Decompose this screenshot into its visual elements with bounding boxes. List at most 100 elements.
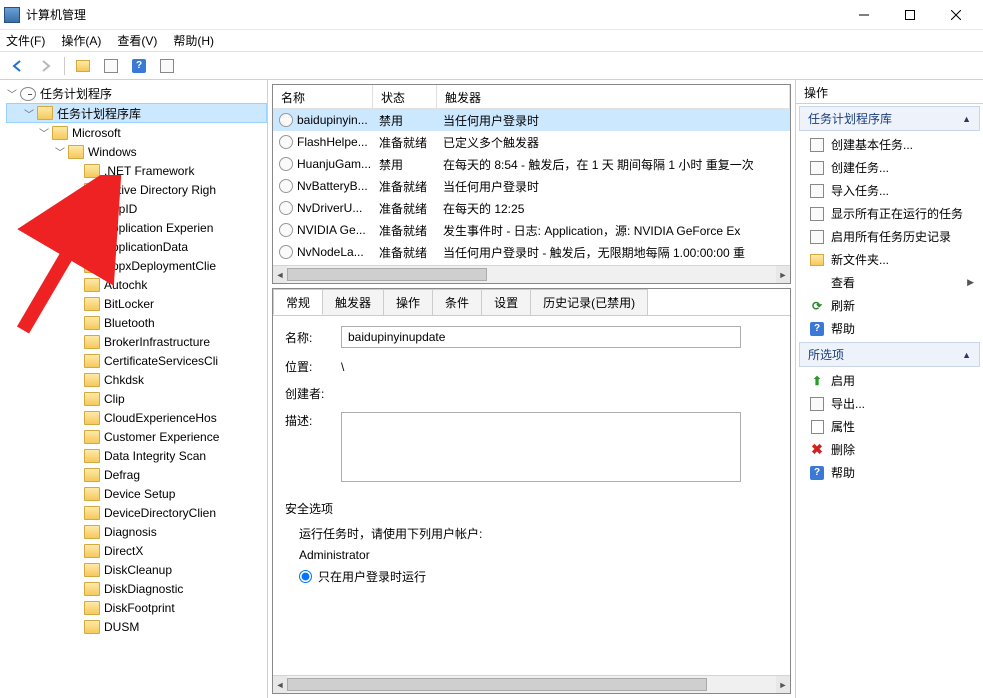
- tree-node[interactable]: ›.NET Framework: [6, 161, 267, 180]
- action-icon: ?: [809, 321, 825, 337]
- tree-node[interactable]: ›Defrag: [6, 465, 267, 484]
- col-state[interactable]: 状态: [373, 85, 437, 108]
- tree-node[interactable]: ›DUSM: [6, 617, 267, 636]
- action-item[interactable]: ✖删除: [799, 438, 980, 461]
- tree-node-scheduler[interactable]: ﹀任务计划程序: [6, 84, 267, 103]
- action-item[interactable]: ?帮助: [799, 461, 980, 484]
- col-trigger[interactable]: 触发器: [437, 85, 790, 108]
- action-item[interactable]: 属性: [799, 415, 980, 438]
- tree-node[interactable]: ›CloudExperienceHos: [6, 408, 267, 427]
- scroll-left[interactable]: ◄: [273, 676, 287, 693]
- task-row[interactable]: NvNodeLa...准备就绪当任何用户登录时 - 触发后，无限期地每隔 1.0…: [273, 241, 790, 263]
- scroll-right[interactable]: ►: [776, 266, 790, 283]
- tree-node[interactable]: ›AppID: [6, 199, 267, 218]
- tree-node[interactable]: ›ApplicationData: [6, 237, 267, 256]
- toolbar-btn-3[interactable]: ?: [127, 55, 151, 77]
- task-list[interactable]: 名称 状态 触发器 baidupinyin...禁用当任何用户登录时FlashH…: [272, 84, 791, 284]
- menu-action[interactable]: 操作(A): [61, 32, 101, 49]
- clock-icon: [279, 113, 293, 127]
- tree-node[interactable]: ›Diagnosis: [6, 522, 267, 541]
- action-item[interactable]: 创建任务...: [799, 156, 980, 179]
- tree-node[interactable]: ›BitLocker: [6, 294, 267, 313]
- tab-conditions[interactable]: 条件: [432, 289, 482, 315]
- tree-node[interactable]: ›Clip: [6, 389, 267, 408]
- tree-node[interactable]: ›Bluetooth: [6, 313, 267, 332]
- tab-triggers[interactable]: 触发器: [322, 289, 384, 315]
- tree-node[interactable]: ›Active Directory Righ: [6, 180, 267, 199]
- window-title: 计算机管理: [26, 6, 841, 23]
- field-name[interactable]: [341, 326, 741, 348]
- label-desc: 描述:: [285, 412, 341, 429]
- action-item[interactable]: ⟳刷新: [799, 294, 980, 317]
- tree-node[interactable]: ›Customer Experience: [6, 427, 267, 446]
- tree-node-library[interactable]: ﹀任务计划程序库: [6, 103, 267, 123]
- scroll-right[interactable]: ►: [776, 676, 790, 693]
- task-row[interactable]: NvBatteryB...准备就绪当任何用户登录时: [273, 175, 790, 197]
- tree-node[interactable]: ›Application Experien: [6, 218, 267, 237]
- toolbar-btn-1[interactable]: [71, 55, 95, 77]
- value-location: \: [341, 360, 344, 374]
- tab-general[interactable]: 常规: [273, 289, 323, 315]
- action-item[interactable]: 查看▶: [799, 271, 980, 294]
- task-row[interactable]: HuanjuGam...禁用在每天的 8:54 - 触发后，在 1 天 期间每隔…: [273, 153, 790, 175]
- detail-h-scrollbar[interactable]: ◄ ►: [273, 675, 790, 693]
- action-icon: [809, 229, 825, 245]
- action-item[interactable]: 显示所有正在运行的任务: [799, 202, 980, 225]
- h-scrollbar[interactable]: ◄ ►: [273, 265, 790, 283]
- field-desc[interactable]: [341, 412, 741, 482]
- actions-group2-header[interactable]: 所选项▲: [799, 342, 980, 367]
- action-item[interactable]: 创建基本任务...: [799, 133, 980, 156]
- label-name: 名称:: [285, 329, 341, 346]
- tab-actions[interactable]: 操作: [383, 289, 433, 315]
- close-button[interactable]: [933, 0, 979, 30]
- tab-settings[interactable]: 设置: [481, 289, 531, 315]
- tree-node-windows[interactable]: ﹀Windows: [6, 142, 267, 161]
- tree-node[interactable]: ›Chkdsk: [6, 370, 267, 389]
- actions-group1-header[interactable]: 任务计划程序库▲: [799, 106, 980, 131]
- scroll-thumb[interactable]: [287, 268, 487, 281]
- action-item[interactable]: ?帮助: [799, 317, 980, 340]
- tree-node[interactable]: ›CertificateServicesCli: [6, 351, 267, 370]
- tab-strip: 常规 触发器 操作 条件 设置 历史记录(已禁用): [273, 289, 790, 315]
- task-row[interactable]: FlashHelpe...准备就绪已定义多个触发器: [273, 131, 790, 153]
- tree-node[interactable]: ›DiskCleanup: [6, 560, 267, 579]
- tab-history[interactable]: 历史记录(已禁用): [530, 289, 648, 315]
- maximize-button[interactable]: [887, 0, 933, 30]
- radio-logged-on-input[interactable]: [299, 570, 312, 583]
- tree-node[interactable]: ›DeviceDirectoryClien: [6, 503, 267, 522]
- action-item[interactable]: ⬆启用: [799, 369, 980, 392]
- tree-node[interactable]: ›DirectX: [6, 541, 267, 560]
- tree-node[interactable]: ›DiskFootprint: [6, 598, 267, 617]
- menu-view[interactable]: 查看(V): [117, 32, 157, 49]
- toolbar: ?: [0, 52, 983, 80]
- tree-node-microsoft[interactable]: ﹀Microsoft: [6, 123, 267, 142]
- radio-logged-on[interactable]: 只在用户登录时运行: [299, 568, 778, 585]
- menu-file[interactable]: 文件(F): [6, 32, 45, 49]
- forward-button[interactable]: [34, 55, 58, 77]
- minimize-button[interactable]: [841, 0, 887, 30]
- tree-node[interactable]: ›AppxDeploymentClie: [6, 256, 267, 275]
- nav-tree[interactable]: ﹀任务计划程序 ﹀任务计划程序库 ﹀Microsoft ﹀Windows ›.N…: [0, 84, 267, 636]
- action-item[interactable]: 启用所有任务历史记录: [799, 225, 980, 248]
- action-item[interactable]: 导出...: [799, 392, 980, 415]
- task-row[interactable]: NVIDIA Ge...准备就绪发生事件时 - 日志: Application，…: [273, 219, 790, 241]
- action-item[interactable]: 新文件夹...: [799, 248, 980, 271]
- toolbar-btn-2[interactable]: [99, 55, 123, 77]
- tree-node[interactable]: ›Data Integrity Scan: [6, 446, 267, 465]
- scroll-thumb[interactable]: [287, 678, 707, 691]
- scroll-left[interactable]: ◄: [273, 266, 287, 283]
- menu-bar: 文件(F) 操作(A) 查看(V) 帮助(H): [0, 30, 983, 52]
- collapse-icon: ▲: [962, 114, 971, 124]
- action-item[interactable]: 导入任务...: [799, 179, 980, 202]
- tree-node[interactable]: ›Autochk: [6, 275, 267, 294]
- task-row[interactable]: baidupinyin...禁用当任何用户登录时: [273, 109, 790, 131]
- clock-icon: [279, 201, 293, 215]
- tree-node[interactable]: ›BrokerInfrastructure: [6, 332, 267, 351]
- menu-help[interactable]: 帮助(H): [173, 32, 214, 49]
- back-button[interactable]: [6, 55, 30, 77]
- toolbar-btn-4[interactable]: [155, 55, 179, 77]
- col-name[interactable]: 名称: [273, 85, 373, 108]
- tree-node[interactable]: ›Device Setup: [6, 484, 267, 503]
- task-row[interactable]: NvDriverU...准备就绪在每天的 12:25: [273, 197, 790, 219]
- tree-node[interactable]: ›DiskDiagnostic: [6, 579, 267, 598]
